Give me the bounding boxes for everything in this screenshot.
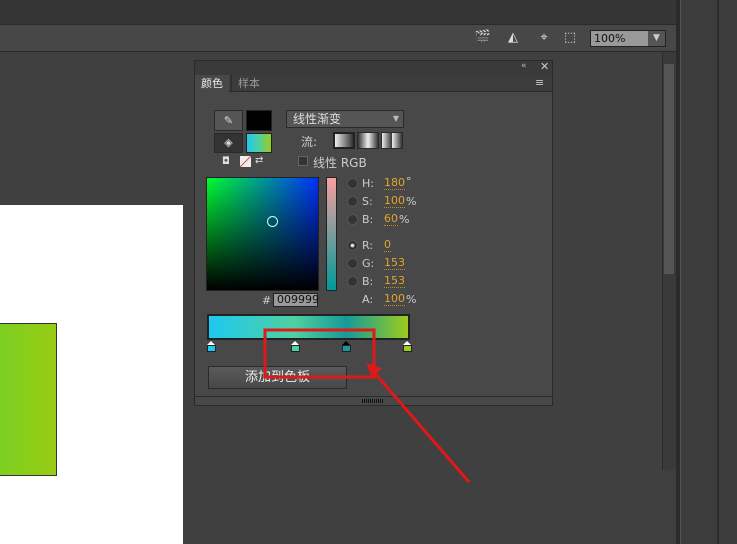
annotation-box xyxy=(263,328,376,379)
annotation-overlay xyxy=(263,328,471,483)
annotation-arrow xyxy=(370,369,471,483)
